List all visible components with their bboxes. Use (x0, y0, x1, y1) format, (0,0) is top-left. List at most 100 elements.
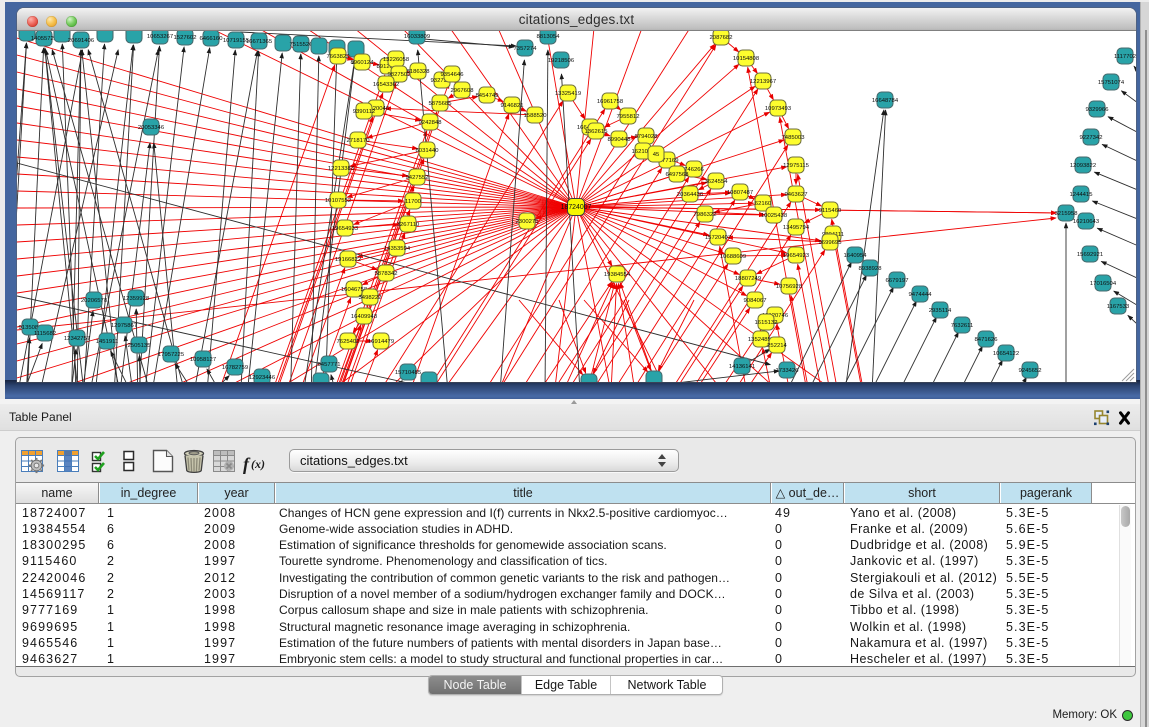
svg-text:17957225: 17957225 (158, 352, 185, 358)
svg-text:10025438: 10025438 (761, 213, 788, 219)
svg-text:16782759: 16782759 (222, 365, 248, 371)
svg-text:3215958: 3215958 (1055, 211, 1079, 217)
svg-text:1527602: 1527602 (174, 35, 197, 41)
svg-text:3624554: 3624554 (705, 179, 729, 185)
svg-text:9115460: 9115460 (819, 208, 842, 214)
svg-text:20691406: 20691406 (68, 38, 95, 44)
svg-text:9227342: 9227342 (1080, 135, 1103, 141)
svg-text:14353594: 14353594 (384, 246, 411, 252)
svg-text:8186328: 8186328 (407, 69, 431, 75)
svg-text:1167533: 1167533 (1107, 304, 1130, 310)
svg-text:19218506: 19218506 (548, 58, 575, 64)
svg-text:8031440: 8031440 (416, 148, 440, 154)
svg-text:9354646: 9354646 (441, 72, 465, 78)
svg-text:5875685: 5875685 (429, 101, 453, 107)
svg-text:7357274: 7357274 (514, 46, 538, 52)
svg-text:8471626: 8471626 (975, 337, 999, 343)
svg-text:10654122: 10654122 (993, 351, 1019, 357)
svg-text:1451911: 1451911 (96, 339, 119, 345)
svg-text:2087682: 2087682 (710, 35, 733, 41)
svg-text:1244415: 1244415 (1070, 192, 1094, 198)
svg-text:14136141: 14136141 (729, 364, 755, 370)
svg-text:45: 45 (653, 152, 660, 158)
svg-text:9146821: 9146821 (501, 103, 524, 109)
svg-text:9329966: 9329966 (1086, 107, 1110, 113)
svg-text:1588520: 1588520 (524, 113, 548, 119)
svg-text:10807487: 10807487 (727, 190, 753, 196)
svg-text:18724007: 18724007 (561, 204, 592, 211)
svg-text:12975867: 12975867 (111, 323, 137, 329)
svg-text:19166822: 19166822 (335, 257, 361, 263)
svg-text:9463627: 9463627 (785, 192, 808, 198)
svg-text:9699695: 9699695 (819, 240, 843, 246)
svg-text:12923446: 12923446 (249, 375, 276, 381)
svg-text:13226058: 13226058 (383, 57, 410, 63)
svg-text:16033809: 16033809 (404, 34, 430, 40)
svg-text:9390112: 9390112 (353, 109, 376, 115)
svg-text:6497568: 6497568 (666, 172, 690, 178)
svg-text:10756928: 10756928 (776, 284, 803, 290)
svg-text:7663822: 7663822 (327, 54, 350, 60)
svg-text:15720407: 15720407 (705, 235, 731, 241)
svg-text:12213967: 12213967 (750, 79, 776, 85)
svg-text:19384554: 19384554 (604, 272, 631, 278)
svg-text:7485003: 7485003 (782, 135, 806, 141)
svg-text:1733426: 1733426 (776, 368, 800, 374)
svg-text:16914479: 16914479 (368, 339, 394, 345)
svg-text:16210643: 16210643 (1073, 219, 1100, 225)
svg-text:12342757: 12342757 (64, 336, 90, 342)
svg-text:10973493: 10973493 (765, 106, 792, 112)
svg-text:13495794: 13495794 (783, 225, 810, 231)
svg-text:1362615: 1362615 (585, 129, 609, 135)
svg-text:16543362: 16543362 (373, 82, 399, 88)
svg-text:2300275: 2300275 (516, 219, 540, 225)
svg-text:8938928: 8938928 (859, 266, 883, 272)
svg-text:2505135: 2505135 (128, 343, 152, 349)
svg-text:17016504: 17016504 (1090, 281, 1117, 287)
svg-text:7955812: 7955812 (617, 114, 640, 120)
svg-text:16409948: 16409948 (351, 314, 378, 320)
svg-text:3498222: 3498222 (359, 295, 382, 301)
svg-text:19654933: 19654933 (332, 226, 359, 232)
svg-text:15710485: 15710485 (395, 370, 422, 376)
svg-text:5878342: 5878342 (375, 271, 398, 277)
svg-text:(x): (x) (251, 457, 265, 471)
svg-text:12213383: 12213383 (328, 166, 355, 172)
svg-text:20364436: 20364436 (677, 192, 704, 198)
svg-text:9242848: 9242848 (419, 120, 443, 126)
svg-text:16671365: 16671365 (246, 39, 273, 45)
svg-text:62160: 62160 (755, 201, 772, 207)
svg-text:8813054: 8813054 (537, 34, 561, 40)
svg-text:252214: 252214 (767, 343, 787, 349)
svg-text:2718170: 2718170 (347, 138, 371, 144)
svg-text:20206578: 20206578 (81, 298, 108, 304)
svg-text:3267110: 3267110 (397, 222, 420, 228)
svg-text:18807249: 18807249 (735, 276, 761, 282)
svg-text:8454749: 8454749 (476, 93, 499, 99)
svg-text:7986322: 7986322 (694, 212, 717, 218)
svg-text:7632611: 7632611 (951, 323, 974, 329)
svg-text:9427552: 9427552 (406, 175, 429, 181)
svg-text:1640954: 1640954 (844, 253, 868, 259)
svg-text:10107552: 10107552 (325, 198, 351, 204)
svg-text:10958127: 10958127 (190, 357, 216, 363)
svg-text:9084067: 9084067 (744, 298, 767, 304)
svg-text:7625402: 7625402 (337, 339, 360, 345)
svg-text:12093822: 12093822 (1070, 163, 1096, 169)
svg-text:6679197: 6679197 (886, 278, 909, 284)
svg-text:9457771: 9457771 (318, 362, 341, 368)
svg-text:2967608: 2967608 (451, 88, 475, 94)
svg-text:6794028: 6794028 (635, 134, 659, 140)
svg-text:12359928: 12359928 (123, 296, 150, 302)
svg-text:10154808: 10154808 (733, 56, 760, 62)
svg-text:8990448: 8990448 (608, 137, 632, 143)
svg-text:9245652: 9245652 (1019, 368, 1042, 374)
svg-text:20053346: 20053346 (138, 125, 165, 131)
svg-text:9474444: 9474444 (909, 292, 933, 298)
svg-text:7515526: 7515526 (290, 42, 314, 48)
svg-text:15692921: 15692921 (1077, 252, 1103, 258)
svg-text:1615132: 1615132 (755, 320, 778, 326)
svg-text:10688609: 10688609 (720, 254, 746, 260)
svg-text:8960124: 8960124 (351, 60, 375, 66)
svg-text:6466160: 6466160 (200, 36, 224, 42)
